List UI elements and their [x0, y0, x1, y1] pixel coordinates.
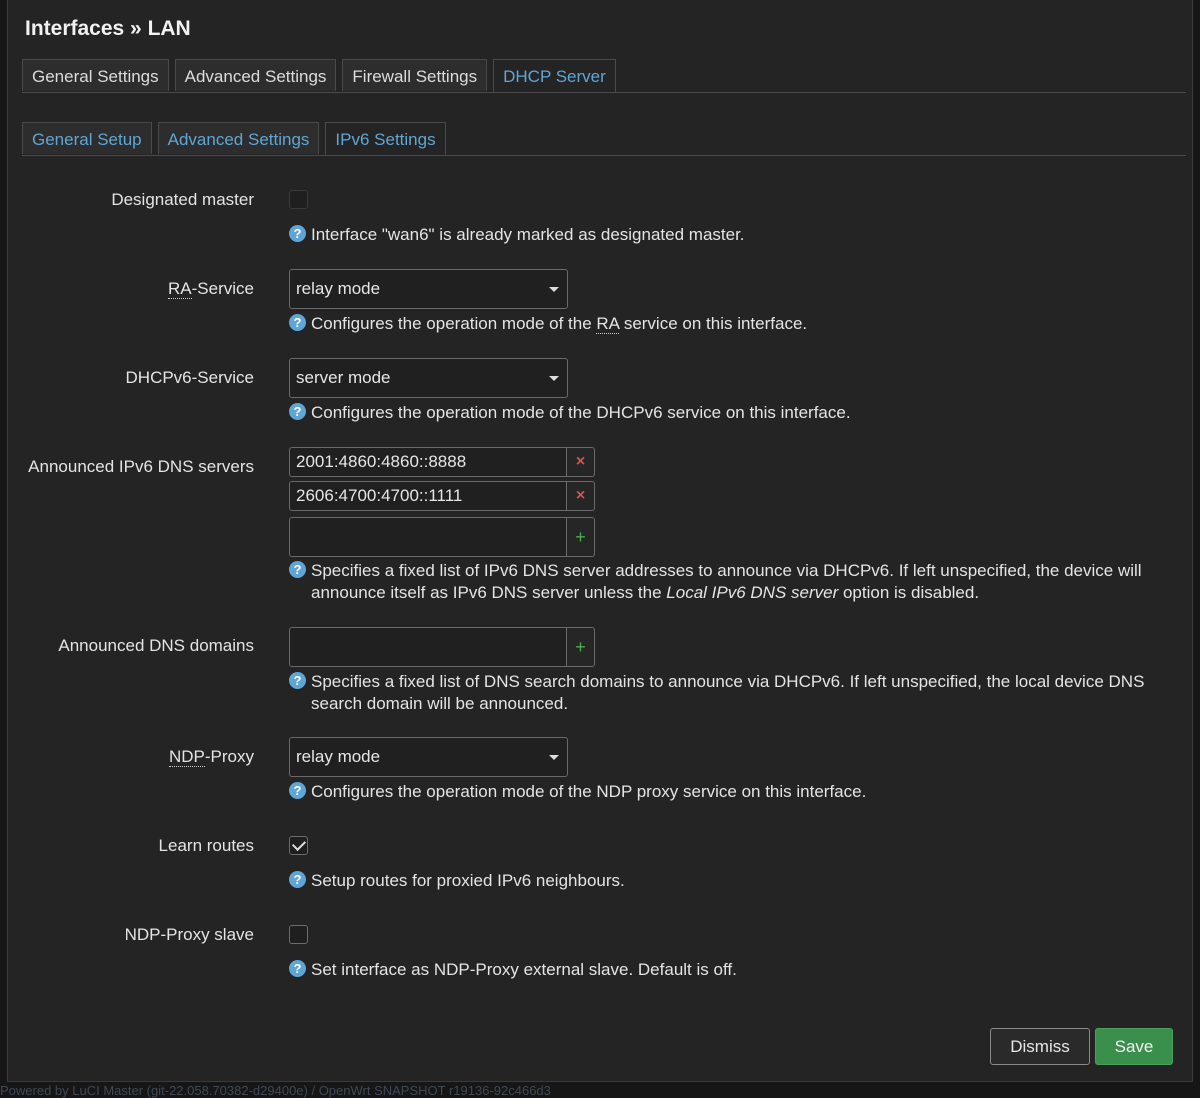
- tab-advanced-settings[interactable]: Advanced Settings: [174, 59, 337, 91]
- ndp-proxy-select[interactable]: relay mode: [289, 737, 568, 777]
- tab-firewall-settings[interactable]: Firewall Settings: [342, 59, 488, 91]
- dns-server-new-row: +: [289, 517, 595, 557]
- dns-server-new-input[interactable]: [289, 517, 566, 557]
- tab-dhcp-server[interactable]: DHCP Server: [493, 59, 616, 93]
- chevron-down-icon: [549, 755, 559, 760]
- help-circle-icon: ?: [289, 871, 306, 888]
- help-circle-icon: ?: [289, 225, 306, 242]
- dns-domains-help: ? Specifies a fixed list of DNS search do…: [289, 671, 1191, 714]
- dns-server-input[interactable]: 2001:4860:4860::8888: [289, 447, 566, 477]
- ndp-proxy-help: ? Configures the operation mode of the ND…: [289, 781, 866, 803]
- dns-domains-label: Announced DNS domains: [58, 636, 254, 655]
- ra-service-help: ? Configures the operation mode of the RA…: [289, 313, 807, 335]
- modal-title: Interfaces » LAN: [25, 17, 191, 40]
- add-plus-icon[interactable]: +: [566, 517, 595, 557]
- ndp-proxy-value: relay mode: [296, 747, 381, 766]
- dns-server-row: 2606:4700:4700::1111 ×: [289, 481, 595, 511]
- help-circle-icon: ?: [289, 782, 306, 799]
- tabs-divider: [22, 92, 1186, 93]
- ndp-proxy-slave-checkbox[interactable]: [289, 925, 308, 944]
- chevron-down-icon: [549, 287, 559, 292]
- learn-routes-checkbox[interactable]: [289, 836, 308, 855]
- learn-routes-help: ? Setup routes for proxied IPv6 neighbour…: [289, 870, 625, 892]
- dhcp-subtabs: General Setup Advanced Settings IPv6 Set…: [22, 122, 452, 156]
- footer-text: Powered by LuCI Master (git-22.058.70382…: [0, 1083, 551, 1098]
- help-circle-icon: ?: [289, 314, 306, 331]
- remove-x-icon[interactable]: ×: [566, 447, 595, 477]
- help-circle-icon: ?: [289, 672, 306, 689]
- save-button[interactable]: Save: [1095, 1028, 1173, 1065]
- dns-servers-help: ? Specifies a fixed list of IPv6 DNS serv…: [289, 560, 1191, 603]
- help-circle-icon: ?: [289, 561, 306, 578]
- dns-servers-label: Announced IPv6 DNS servers: [28, 457, 254, 476]
- ra-service-label: RA-Service: [168, 279, 254, 299]
- dismiss-button[interactable]: Dismiss: [990, 1028, 1090, 1065]
- subtab-ipv6-settings[interactable]: IPv6 Settings: [325, 122, 446, 156]
- ra-service-select[interactable]: relay mode: [289, 269, 568, 309]
- dns-domain-new-input[interactable]: [289, 627, 566, 667]
- dns-domain-new-row: +: [289, 627, 595, 667]
- dhcpv6-service-help: ? Configures the operation mode of the DH…: [289, 402, 851, 424]
- designated-master-help: ? Interface "wan6" is already marked as d…: [289, 224, 745, 246]
- dhcpv6-service-value: server mode: [296, 368, 391, 387]
- check-icon: [291, 836, 307, 852]
- dns-server-input[interactable]: 2606:4700:4700::1111: [289, 481, 566, 511]
- chevron-down-icon: [549, 376, 559, 381]
- tab-general-settings[interactable]: General Settings: [22, 59, 169, 91]
- ndp-proxy-label: NDP-Proxy: [168, 747, 254, 767]
- interface-modal: Interfaces » LAN General Settings Advanc…: [7, 0, 1193, 1082]
- main-tabs: General Settings Advanced Settings Firew…: [22, 59, 622, 93]
- ndp-proxy-slave-help: ? Set interface as NDP-Proxy external sla…: [289, 959, 737, 981]
- help-circle-icon: ?: [289, 403, 306, 420]
- designated-master-label: Designated master: [111, 190, 254, 209]
- add-plus-icon[interactable]: +: [566, 627, 595, 667]
- dhcpv6-service-select[interactable]: server mode: [289, 358, 568, 398]
- subtab-general-setup[interactable]: General Setup: [22, 122, 152, 154]
- remove-x-icon[interactable]: ×: [566, 481, 595, 511]
- help-circle-icon: ?: [289, 960, 306, 977]
- dns-server-row: 2001:4860:4860::8888 ×: [289, 447, 595, 477]
- subtab-advanced-settings[interactable]: Advanced Settings: [157, 122, 320, 154]
- ndp-proxy-slave-label: NDP-Proxy slave: [124, 925, 254, 944]
- subtabs-divider: [22, 155, 1186, 156]
- ra-service-value: relay mode: [296, 279, 381, 298]
- designated-master-checkbox: [289, 190, 308, 209]
- learn-routes-label: Learn routes: [158, 836, 254, 855]
- dhcpv6-service-label: DHCPv6-Service: [125, 368, 254, 387]
